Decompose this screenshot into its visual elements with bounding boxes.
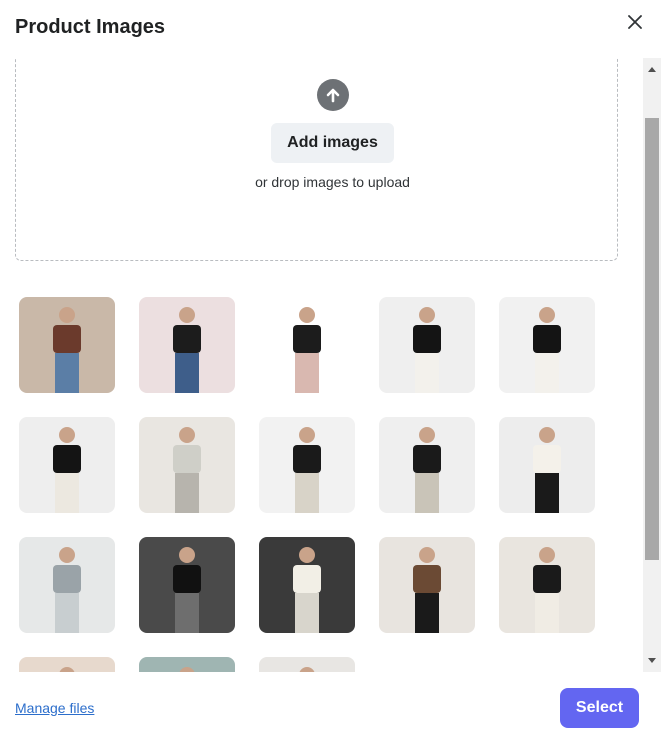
image-thumbnail[interactable]: black tank with white pants [19,417,115,513]
scrollbar[interactable] [643,58,661,672]
scroll-down-arrow[interactable] [643,652,661,669]
add-images-button[interactable]: Add images [271,123,394,163]
image-thumbnail[interactable]: sequin crop top [139,417,235,513]
product-photo: black sheer tie blouse [139,537,235,633]
product-photo: black cami top [139,297,235,393]
manage-files-link[interactable]: Manage files [15,700,94,716]
image-thumbnail[interactable]: black tube top [499,537,595,633]
triangle-up-icon [648,67,656,72]
image-thumbnail[interactable]: black tank top back [499,297,595,393]
image-thumbnail[interactable]: black sheer tie blouse [139,537,235,633]
image-thumbnail[interactable]: six color camisoles [259,297,355,393]
scroll-up-arrow[interactable] [643,61,661,78]
image-thumbnail[interactable]: brown crop tank top [19,297,115,393]
product-photo: brown crop tank top [19,297,115,393]
product-photo: partial image [259,657,355,672]
upload-arrow-icon [317,79,349,111]
product-photo: six color camisoles [259,297,355,393]
dialog-body[interactable]: Add images or drop images to upload brow… [0,58,663,672]
dialog-title: Product Images [15,16,166,38]
close-icon [628,15,642,29]
image-thumbnail[interactable]: brown tube top [379,537,475,633]
image-thumbnail[interactable]: white sheer tie blouse [259,537,355,633]
product-photo: black long sleeve twist top [259,417,355,513]
product-photo: partial image [19,657,115,672]
image-thumbnail[interactable]: black cami top [139,297,235,393]
dialog-header: Product Images [0,0,663,58]
product-photo: black tank top back [499,297,595,393]
product-photo: white wrap top [499,417,595,513]
product-photo: brown tube top [379,537,475,633]
product-photo: black wrap top [379,417,475,513]
scrollbar-thumb[interactable] [645,118,659,560]
image-thumbnail[interactable]: partial image [259,657,355,672]
product-photo: grey wrap cardigan [19,537,115,633]
dropzone[interactable]: Add images or drop images to upload [15,58,618,261]
product-photo: black tank with white pants [19,417,115,513]
product-photo: sequin crop top [139,417,235,513]
select-button[interactable]: Select [560,688,639,728]
image-thumbnail[interactable]: black long sleeve twist top [259,417,355,513]
product-photo: white sheer tie blouse [259,537,355,633]
close-button[interactable] [622,9,648,35]
image-thumbnail[interactable]: black tank top [379,297,475,393]
image-thumbnail[interactable]: partial image [139,657,235,672]
image-thumbnail[interactable]: partial image [19,657,115,672]
dialog-footer: Manage files Select [0,672,663,741]
product-photo: black tank top [379,297,475,393]
image-thumbnail[interactable]: white wrap top [499,417,595,513]
triangle-down-icon [648,658,656,663]
drop-hint: or drop images to upload [255,174,410,190]
product-photo: partial image [139,657,235,672]
image-thumbnail[interactable]: grey wrap cardigan [19,537,115,633]
image-thumbnail[interactable]: black wrap top [379,417,475,513]
product-photo: black tube top [499,537,595,633]
